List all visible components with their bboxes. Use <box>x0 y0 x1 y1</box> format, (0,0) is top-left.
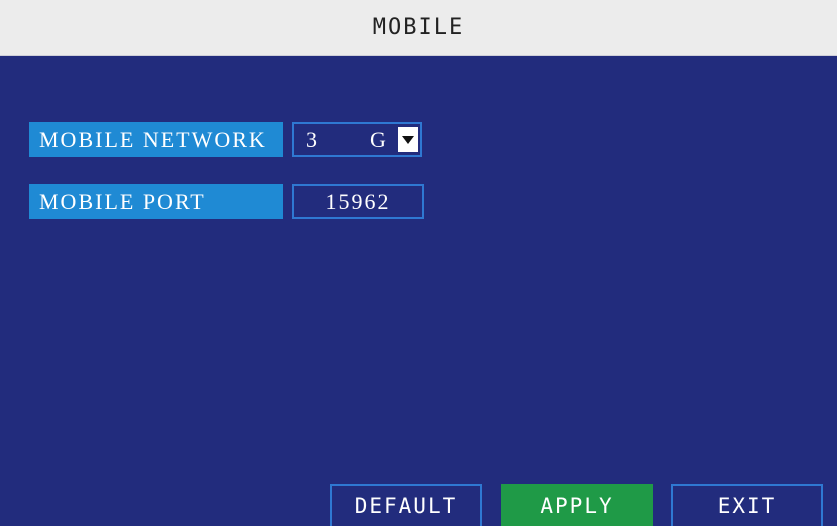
chevron-down-icon[interactable] <box>398 127 418 152</box>
network-value-number: 3 <box>306 127 317 152</box>
window-title: MOBILE <box>372 15 465 40</box>
mobile-settings-screen: MOBILE MOBILE NETWORK 3 G MOBILE PORT 15… <box>0 0 837 526</box>
apply-button[interactable]: APPLY <box>501 484 653 526</box>
mobile-network-label: MOBILE NETWORK <box>29 122 283 157</box>
default-button[interactable]: DEFAULT <box>330 484 482 526</box>
exit-button[interactable]: EXIT <box>671 484 823 526</box>
network-value-suffix: G <box>370 127 386 152</box>
mobile-port-input[interactable]: 15962 <box>292 184 424 219</box>
mobile-port-label: MOBILE PORT <box>29 184 283 219</box>
title-bar: MOBILE <box>0 0 837 56</box>
mobile-network-select[interactable]: 3 G <box>292 122 422 157</box>
